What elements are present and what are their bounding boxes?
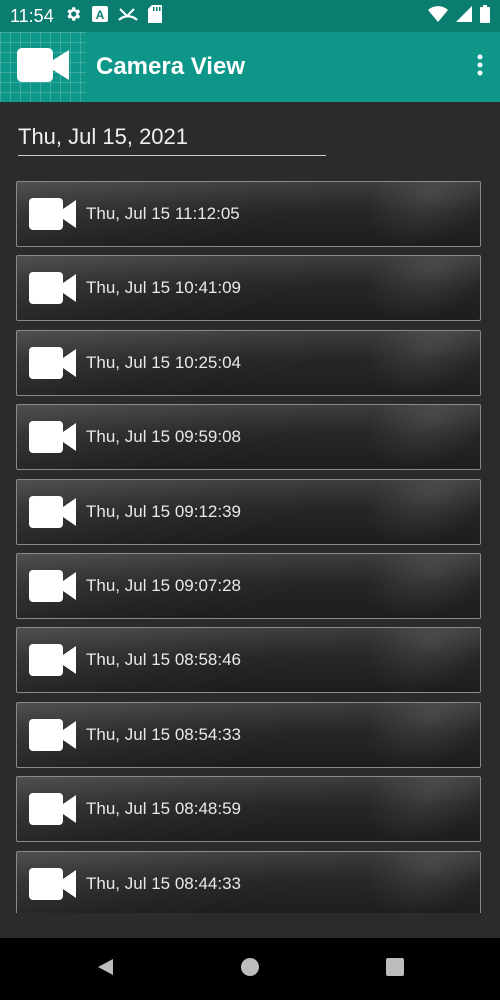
back-icon [95, 957, 115, 982]
app-bar: Camera View [0, 32, 500, 102]
video-camera-icon [29, 495, 77, 529]
home-button[interactable] [178, 938, 323, 1000]
recording-list: Thu, Jul 15 11:12:05 Thu, Jul 15 10:41:09… [16, 181, 481, 913]
app-logo [0, 32, 86, 102]
recents-icon [386, 957, 404, 981]
recording-timestamp: Thu, Jul 15 11:12:05 [86, 204, 240, 223]
video-camera-icon [29, 867, 77, 901]
video-camera-icon [17, 47, 69, 87]
app-title: Camera View [96, 53, 245, 80]
recording-item[interactable]: Thu, Jul 15 08:54:33 [16, 701, 481, 768]
wifi-icon [428, 5, 448, 27]
more-vert-icon [477, 54, 483, 81]
video-camera-icon [29, 569, 77, 603]
recents-button[interactable] [323, 938, 468, 1000]
recording-timestamp: Thu, Jul 15 09:07:28 [86, 575, 242, 595]
status-bar: 11:54 A [0, 0, 500, 32]
missed-call-icon [117, 6, 138, 27]
recording-timestamp: Thu, Jul 15 10:25:04 [86, 352, 242, 372]
video-camera-icon [29, 271, 77, 305]
overflow-menu-button[interactable] [460, 32, 500, 102]
battery-icon [480, 4, 490, 28]
recording-item[interactable]: Thu, Jul 15 08:44:33 [16, 850, 481, 913]
recording-timestamp: Thu, Jul 15 08:44:33 [86, 873, 242, 893]
video-camera-icon [29, 346, 77, 380]
recording-timestamp: Thu, Jul 15 09:59:08 [86, 427, 242, 447]
recording-timestamp: Thu, Jul 15 08:58:46 [86, 650, 242, 670]
status-notification-icons: A [64, 4, 162, 28]
signal-icon [456, 5, 472, 27]
home-icon [240, 957, 260, 982]
video-camera-icon [29, 718, 77, 752]
recording-timestamp: Thu, Jul 15 09:12:39 [86, 501, 242, 521]
video-camera-icon [29, 792, 77, 826]
recording-item[interactable]: Thu, Jul 15 09:12:39 [16, 478, 481, 545]
recording-timestamp: Thu, Jul 15 08:54:33 [86, 724, 242, 744]
recording-item[interactable]: Thu, Jul 15 09:07:28 [16, 552, 481, 619]
recording-timestamp: Thu, Jul 15 08:48:59 [86, 799, 242, 819]
recording-item[interactable]: Thu, Jul 15 10:25:04 [16, 329, 481, 396]
recording-item[interactable]: Thu, Jul 15 11:12:05 [16, 181, 481, 247]
navigation-bar [0, 938, 500, 1000]
svg-text:A: A [95, 8, 104, 22]
status-time: 11:54 [10, 5, 54, 26]
date-selector[interactable]: Thu, Jul 15, 2021 [18, 118, 326, 156]
video-camera-icon [29, 420, 77, 454]
status-system-icons [428, 4, 490, 28]
gear-icon [64, 5, 82, 28]
recording-timestamp: Thu, Jul 15 10:41:09 [86, 278, 242, 298]
text-a-icon: A [91, 5, 108, 27]
video-camera-icon [29, 643, 77, 677]
back-button[interactable] [33, 938, 178, 1000]
recording-item[interactable]: Thu, Jul 15 08:58:46 [16, 627, 481, 694]
recording-item[interactable]: Thu, Jul 15 10:41:09 [16, 255, 481, 322]
recording-item[interactable]: Thu, Jul 15 08:48:59 [16, 776, 481, 843]
recording-item[interactable]: Thu, Jul 15 09:59:08 [16, 404, 481, 471]
video-camera-icon [29, 197, 77, 231]
sd-card-icon [147, 4, 162, 28]
